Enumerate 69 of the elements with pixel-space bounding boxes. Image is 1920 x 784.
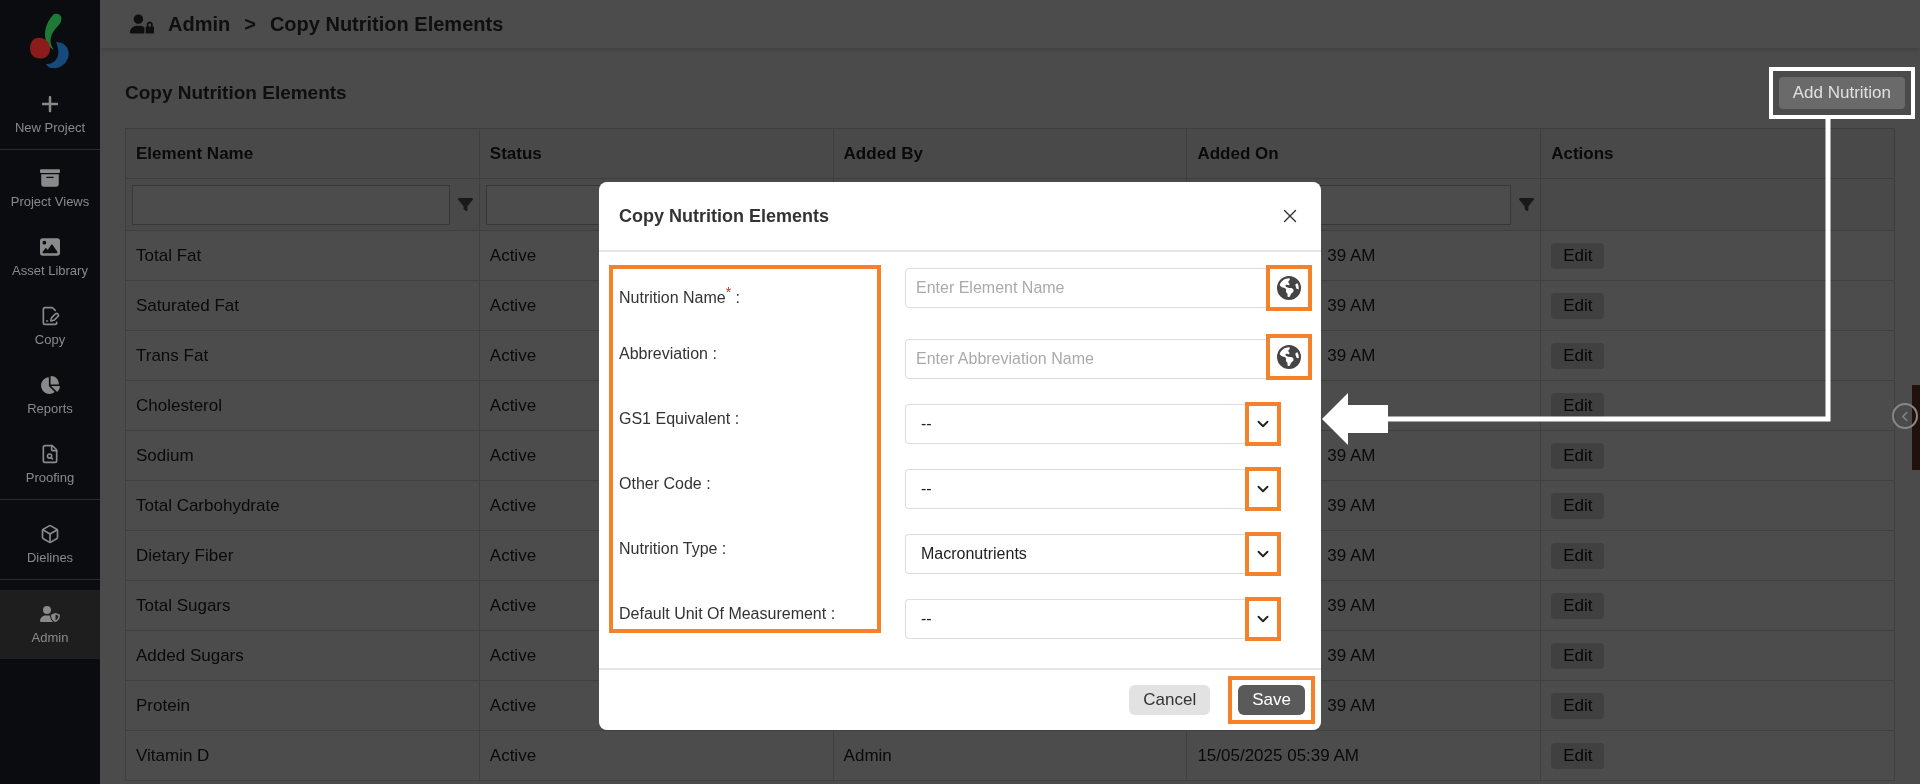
select-field[interactable]: -- — [905, 598, 1245, 639]
user-shield-icon — [40, 604, 60, 624]
table-cell-text: 39 AM — [1326, 695, 1376, 716]
input-field[interactable]: Enter Element Name — [905, 268, 1269, 308]
plus-icon — [40, 94, 60, 114]
select-field[interactable]: Macronutrients — [905, 533, 1245, 574]
table-cell-text: 39 AM — [1326, 245, 1376, 266]
table-cell: Total Fat — [136, 245, 202, 265]
table-cell: Active — [489, 395, 537, 415]
document-search-icon — [40, 444, 60, 464]
dialog-title: Copy Nutrition Elements — [619, 205, 829, 227]
cancel-button[interactable]: Cancel — [1129, 685, 1211, 715]
pie-chart-icon — [40, 375, 60, 395]
table-cell: Active — [489, 545, 537, 565]
field-label: Nutrition Name$^{*}$ : — [619, 284, 741, 308]
table-cell: Active — [489, 595, 537, 615]
sidebar-item[interactable]: Copy — [0, 292, 100, 361]
table-cell: Sodium — [136, 445, 194, 465]
image-icon — [40, 237, 60, 257]
sidebar-item[interactable]: Admin — [0, 590, 100, 659]
select-field[interactable]: -- — [905, 403, 1245, 444]
table-cell-text: 39 AM — [1326, 495, 1376, 516]
globe-icon[interactable] — [1277, 345, 1301, 369]
table-cell: Admin — [843, 745, 892, 765]
page-title: Copy Nutrition Elements — [125, 82, 347, 104]
table-cell: Active — [489, 445, 537, 465]
table-cell: Cholesterol — [136, 395, 222, 415]
select-field[interactable]: -- — [905, 468, 1245, 509]
table-cell: Active — [489, 495, 537, 515]
table-cell-text: 39 AM — [1326, 445, 1376, 466]
table-cell-text: 39 AM — [1326, 595, 1376, 616]
archive-box-icon — [40, 168, 60, 188]
logo-icon — [28, 12, 72, 70]
field-label: Nutrition Type : — [619, 539, 727, 558]
table-cell-text: 39 AM — [1326, 295, 1376, 316]
table-cell: Total Carbohydrate — [136, 495, 280, 515]
sidebar-item[interactable]: Asset Library — [0, 223, 100, 292]
sidebar-item[interactable]: Reports — [0, 361, 100, 430]
field-label: Default Unit Of Measurement : — [619, 604, 836, 623]
collapse-handle[interactable] — [1892, 403, 1918, 429]
table-cell: Added Sugars — [136, 645, 244, 665]
field-label: Abbreviation : — [619, 344, 717, 363]
table-cell: Trans Fat — [136, 345, 209, 365]
table-cell: Active — [489, 245, 537, 265]
table-cell: Active — [489, 745, 537, 765]
input-field[interactable]: Enter Abbreviation Name — [905, 338, 1269, 379]
sidebar-item[interactable]: Project Views — [0, 154, 100, 223]
table-cell: Active — [489, 645, 537, 665]
globe-icon[interactable] — [1277, 276, 1301, 300]
table-cell: Vitamin D — [136, 745, 210, 765]
add-nutrition-button[interactable]: Add Nutrition — [1778, 77, 1905, 109]
table-cell: Active — [489, 695, 537, 715]
table-cell: Saturated Fat — [136, 295, 239, 315]
table-cell: Active — [489, 295, 537, 315]
field-label: GS1 Equivalent : — [619, 409, 740, 428]
table-cell: 15/05/2025 05:39 AM — [1197, 745, 1360, 765]
breadcrumb-item: Copy Nutrition Elements — [269, 12, 504, 36]
table-cell: Total Sugars — [136, 595, 231, 615]
table-cell-text: 39 AM — [1326, 345, 1376, 366]
table-cell: Active — [489, 345, 537, 365]
field-label: Other Code : — [619, 474, 711, 493]
document-edit-icon — [40, 306, 60, 326]
cube-icon — [40, 524, 60, 544]
table-cell: Protein — [136, 695, 190, 715]
save-button[interactable]: Save — [1238, 685, 1305, 715]
table-cell: Dietary Fiber — [136, 545, 234, 565]
table-cell-text: 39 AM — [1326, 645, 1376, 666]
table-cell-text: 39 AM — [1326, 545, 1376, 566]
breadcrumb-separator: > — [244, 12, 256, 36]
